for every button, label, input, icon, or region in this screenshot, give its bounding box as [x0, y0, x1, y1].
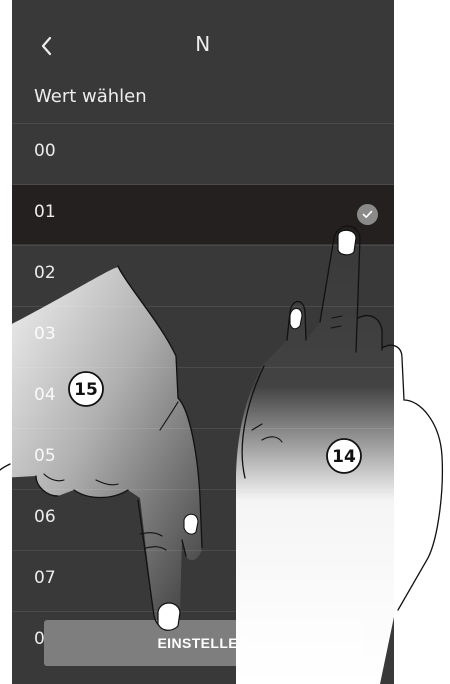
page-title: N: [195, 32, 211, 56]
set-button[interactable]: EINSTELLEN: [44, 620, 362, 666]
list-item-03[interactable]: 03: [12, 306, 394, 366]
list-item-02[interactable]: 02: [12, 245, 394, 305]
list-heading: Wert wählen: [34, 86, 147, 107]
check-icon: [357, 204, 378, 225]
list-item-label: 03: [34, 324, 56, 344]
list-item-label: 02: [34, 263, 56, 283]
list-item-04[interactable]: 04: [12, 367, 394, 427]
list-item-05[interactable]: 05: [12, 428, 394, 488]
list-item-label: 00: [34, 141, 56, 161]
list-item-01[interactable]: 01: [12, 184, 394, 244]
device-screen: N Wert wählen 00 01 02 03 04 05 06 07 0 …: [12, 0, 394, 684]
list-item-label: 06: [34, 507, 56, 527]
list-item-label: 05: [34, 446, 56, 466]
list-item-00[interactable]: 00: [12, 123, 394, 183]
list-item-07[interactable]: 07: [12, 550, 394, 610]
list-item-06[interactable]: 06: [12, 489, 394, 549]
header: N: [12, 0, 394, 82]
list-item-label: 07: [34, 568, 56, 588]
list-item-label: 01: [34, 202, 56, 222]
list-item-label: 04: [34, 385, 56, 405]
